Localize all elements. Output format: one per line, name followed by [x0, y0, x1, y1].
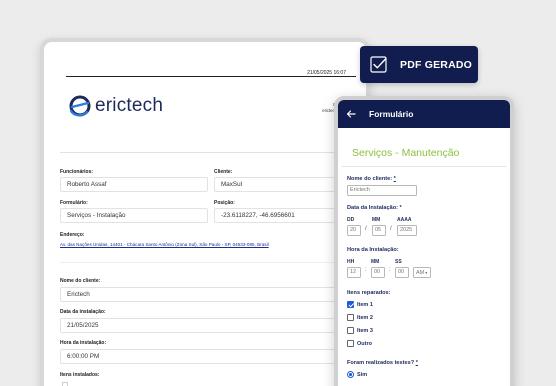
minute-label: MM — [371, 259, 380, 265]
endereco-label: Endereço: — [60, 232, 85, 238]
hour-label: HH — [347, 259, 355, 265]
endereco-link[interactable]: Av. das Nações Unidas, 14401 - Chácara S… — [60, 242, 269, 247]
year-label: AAAA — [397, 217, 412, 223]
hour-input[interactable]: 12 — [347, 267, 361, 278]
section-divider — [342, 166, 506, 167]
checkbox-check-icon — [370, 56, 387, 73]
minute-input[interactable]: 00 — [371, 267, 385, 278]
form-header: Formulário — [338, 100, 510, 128]
document-header-rule — [66, 76, 356, 77]
year-input[interactable]: 2025 — [397, 225, 417, 236]
question-text: Data da Instalação: — [347, 205, 398, 211]
mobile-form: Formulário Serviços - Manutenção Nome do… — [334, 96, 514, 386]
testes-question: Foram realizados testes? * — [347, 360, 418, 366]
date-separator: / — [390, 226, 392, 232]
month-input[interactable]: 05 — [372, 225, 386, 236]
section-divider — [60, 262, 360, 263]
company-logo: erictech — [68, 94, 163, 118]
ampm-select[interactable]: AM▾ — [413, 267, 431, 278]
formulario-value: Serviços - Instalação — [60, 208, 208, 223]
chevron-down-icon: ▾ — [425, 270, 428, 275]
data-instalacao-question: Data da Instalação: * — [347, 205, 402, 211]
month-label: MM — [372, 217, 381, 223]
funcionarios-label: Funcionários: — [60, 169, 94, 175]
sim-radio[interactable] — [347, 371, 354, 378]
funcionarios-value: Roberto Assaf — [60, 177, 208, 192]
data-instalacao-value: 21/05/2025 — [60, 318, 360, 333]
item-2-label: Item 2 — [357, 315, 373, 321]
data-instalacao-label: Data da instalação: — [60, 309, 106, 315]
date-separator: / — [365, 226, 367, 232]
required-mark: * — [399, 205, 402, 211]
question-text: Nome do cliente: — [347, 176, 393, 182]
logo-wordmark: erictech — [95, 95, 164, 116]
required-mark: * — [393, 176, 396, 182]
required-mark: * — [415, 360, 418, 366]
hora-instalacao-label: Hora da instalação: — [60, 340, 107, 346]
nome-cliente-value: Erictech — [60, 287, 360, 302]
outro-label: Outro — [357, 341, 372, 347]
ampm-value: AM — [416, 270, 425, 276]
item-1-checkbox[interactable] — [347, 301, 354, 308]
document-divider — [60, 152, 360, 153]
item-1-label: Item 1 — [357, 302, 373, 308]
pdf-document: 21/05/2025 16:07 erictech Erictec ericte… — [40, 38, 370, 386]
posicao-label: Posição: — [214, 200, 235, 206]
time-separator: : — [389, 267, 391, 273]
nome-cliente-question: Nome do cliente: * — [347, 176, 396, 182]
formulario-label: Formulário: — [60, 200, 88, 206]
item-3-label: Item 3 — [357, 328, 373, 334]
form-section-title: Serviços - Manutenção — [352, 147, 460, 159]
day-input[interactable]: 20 — [347, 225, 361, 236]
back-arrow-icon[interactable] — [346, 109, 356, 119]
hora-instalacao-value: 6:00:00 PM — [60, 349, 360, 364]
itens-reparados-question: Itens reparados: — [347, 290, 391, 296]
itens-instalados-label: Itens instalados: — [60, 372, 100, 378]
outro-checkbox[interactable] — [347, 340, 354, 347]
sim-label: Sim — [357, 372, 368, 378]
itens-instalados-checkbox — [62, 382, 68, 386]
erictech-logo-icon — [69, 95, 91, 117]
form-header-title: Formulário — [369, 109, 414, 119]
nome-cliente-input[interactable]: Erictech — [347, 185, 417, 196]
question-text: Foram realizados testes? — [347, 360, 415, 366]
second-input[interactable]: 00 — [395, 267, 409, 278]
time-separator: : — [365, 267, 367, 273]
item-3-checkbox[interactable] — [347, 327, 354, 334]
item-2-checkbox[interactable] — [347, 314, 354, 321]
badge-label: PDF GERADO — [400, 58, 473, 71]
pdf-generated-badge: PDF GERADO — [360, 46, 478, 83]
second-label: SS — [395, 259, 402, 265]
hora-instalacao-question: Hora da Instalação: — [347, 247, 399, 253]
nome-cliente-label: Nome do cliente: — [60, 278, 101, 284]
day-label: DD — [347, 217, 355, 223]
cliente-label: Cliente: — [214, 169, 233, 175]
